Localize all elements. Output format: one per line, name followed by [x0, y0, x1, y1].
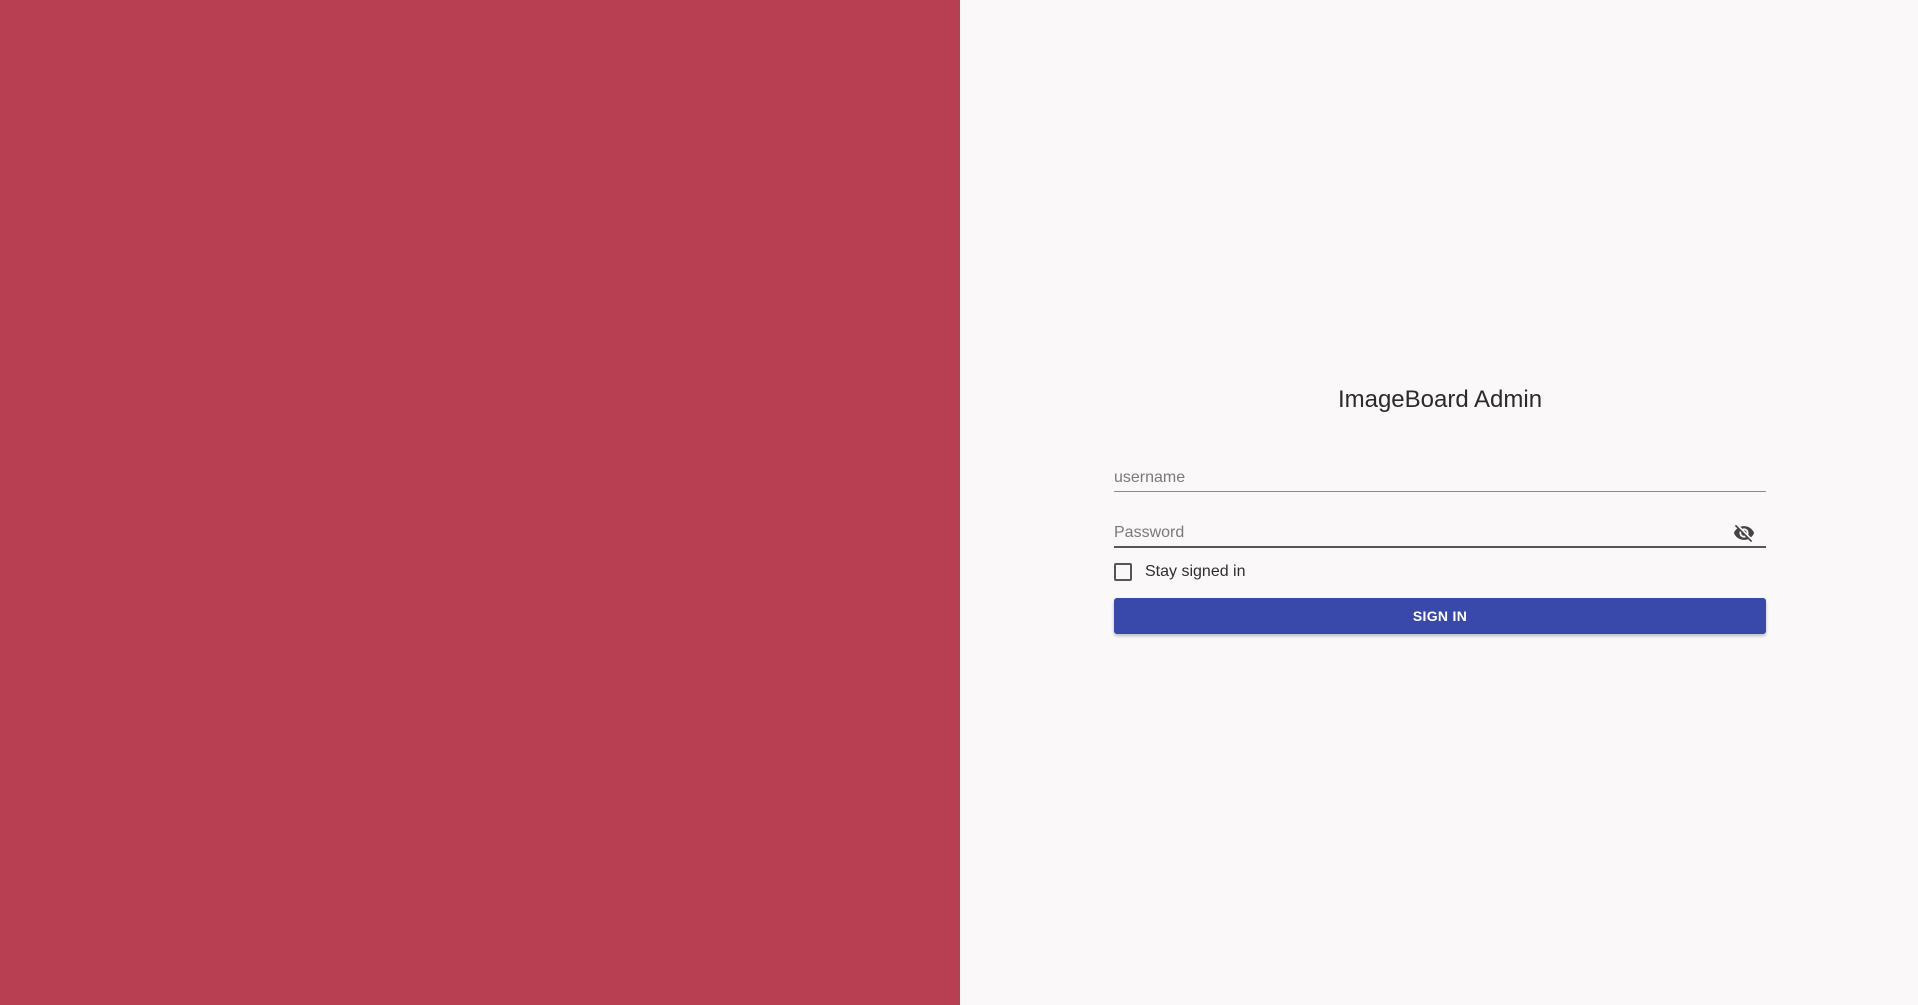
- brand-panel: [0, 0, 960, 1005]
- password-field-container: [1114, 514, 1766, 548]
- login-layout: ImageBoard Admin Stay signed in SIGN IN: [0, 0, 1918, 1005]
- login-form: ImageBoard Admin Stay signed in SIGN IN: [1114, 380, 1766, 634]
- sign-in-button[interactable]: SIGN IN: [1114, 598, 1766, 634]
- stay-signed-in-checkbox[interactable]: [1114, 563, 1132, 581]
- login-panel: ImageBoard Admin Stay signed in SIGN IN: [960, 0, 1918, 1005]
- stay-signed-in-label[interactable]: Stay signed in: [1145, 563, 1246, 581]
- stay-signed-in-row: Stay signed in: [1114, 560, 1766, 584]
- username-input[interactable]: [1114, 458, 1766, 491]
- username-field-container: [1114, 458, 1766, 492]
- password-input[interactable]: [1114, 514, 1766, 546]
- visibility-off-icon[interactable]: [1732, 522, 1756, 544]
- page-title: ImageBoard Admin: [1337, 386, 1543, 413]
